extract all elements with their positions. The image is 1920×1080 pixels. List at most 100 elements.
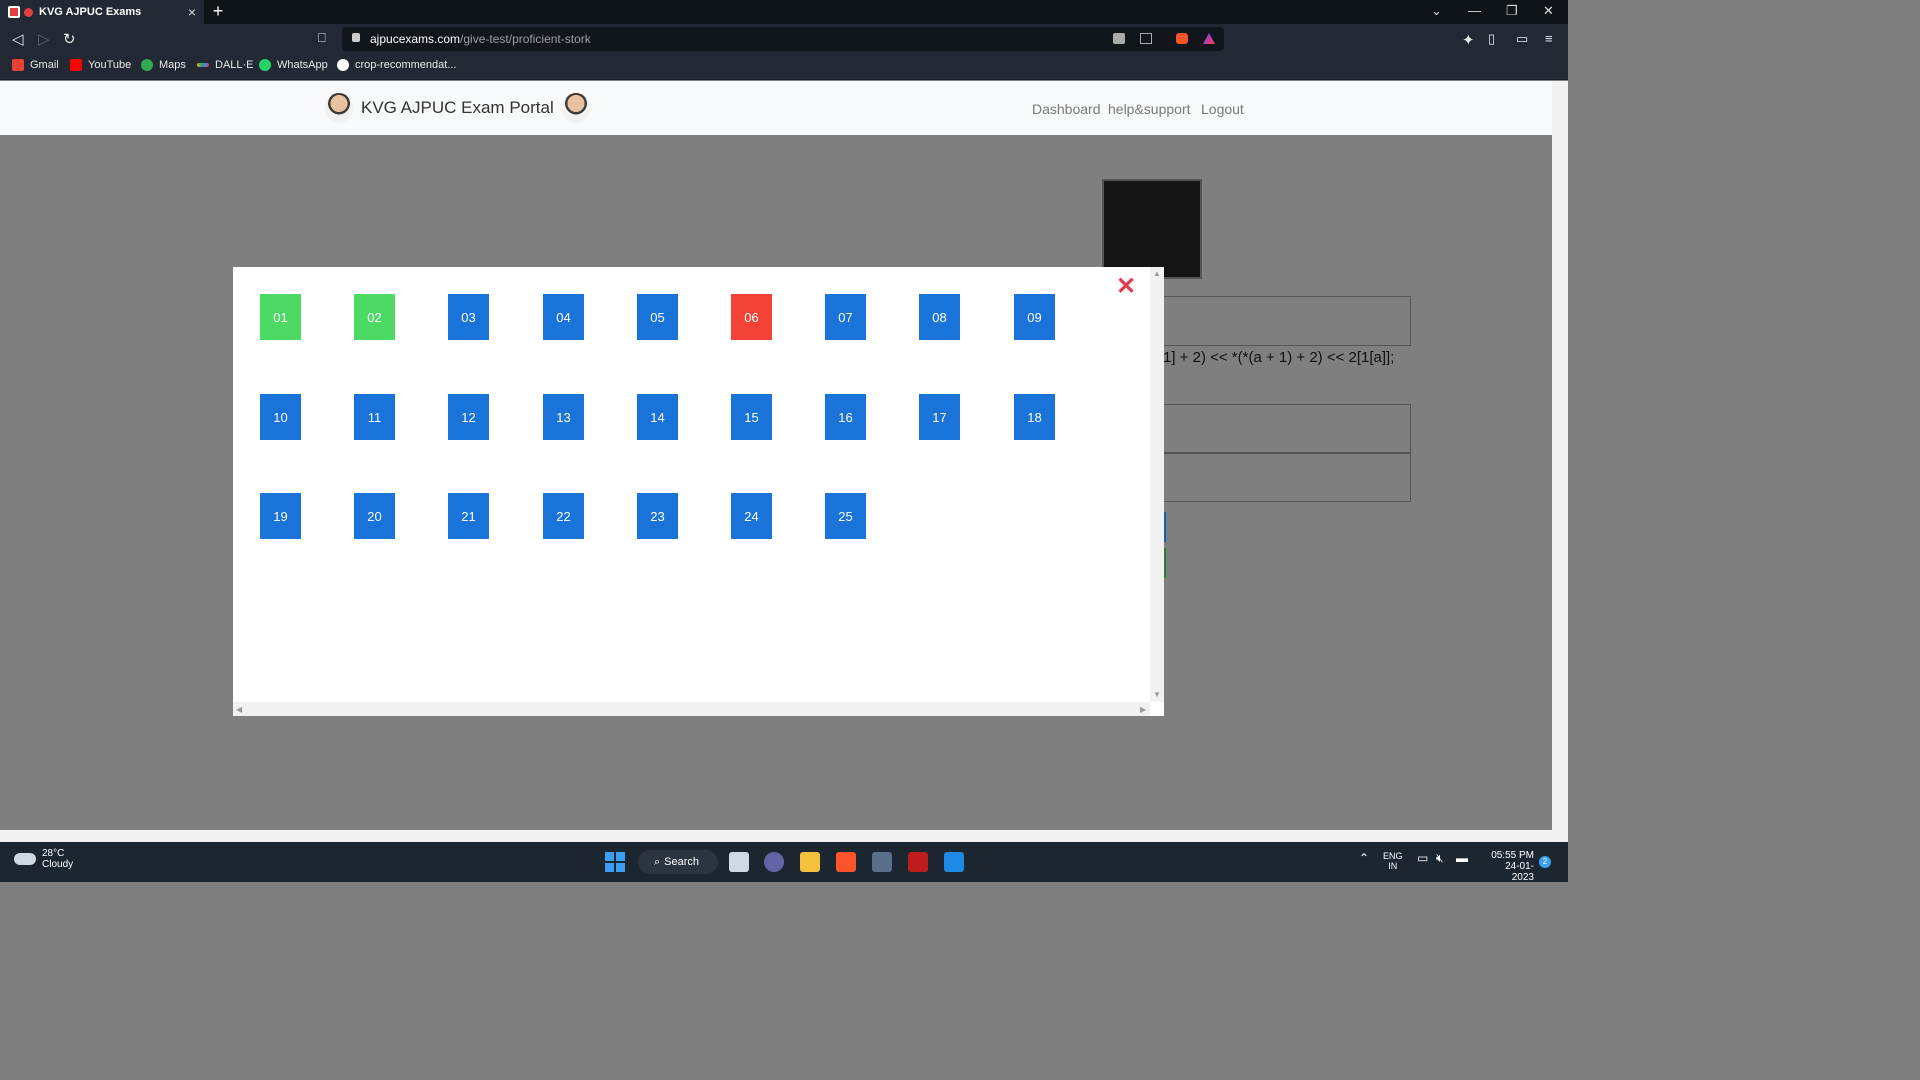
lock-icon (352, 33, 360, 42)
question-button[interactable]: 20 (354, 493, 395, 539)
question-button[interactable]: 13 (543, 394, 584, 440)
tab-active[interactable]: KVG AJPUC Exams × (0, 0, 204, 24)
background-code-text: 1] + 2) << *(*(a + 1) + 2) << 2[1[a]]; (1163, 349, 1395, 366)
question-button[interactable]: 25 (825, 493, 866, 539)
nav-logout[interactable]: Logout (1201, 101, 1244, 117)
question-button[interactable]: 12 (448, 394, 489, 440)
weather-condition: Cloudy (42, 859, 74, 870)
question-button[interactable]: 14 (637, 394, 678, 440)
question-button[interactable]: 09 (1014, 294, 1055, 340)
vscode-icon[interactable] (944, 852, 964, 872)
whatsapp-icon (259, 59, 271, 71)
tray-overflow-icon[interactable]: ⌃ (1359, 851, 1369, 865)
new-tab-button[interactable]: + (208, 1, 228, 22)
tab-close-icon[interactable]: × (188, 4, 196, 20)
nav-help-support[interactable]: help&support (1108, 101, 1191, 117)
volume-muted-icon[interactable]: 🔇︎ (1436, 851, 1444, 866)
windows-taskbar (0, 842, 1568, 882)
filezilla-icon[interactable] (908, 852, 928, 872)
brand[interactable]: KVG AJPUC Exam Portal (325, 93, 590, 123)
question-button[interactable]: 06 (731, 294, 772, 340)
question-button[interactable]: 15 (731, 394, 772, 440)
github-icon (337, 59, 349, 71)
battery-icon[interactable]: ▬ (1456, 851, 1468, 865)
scroll-down-icon[interactable]: ▼ (1153, 690, 1161, 699)
bookmark-whatsapp[interactable]: WhatsApp (259, 59, 328, 71)
question-button[interactable]: 01 (260, 294, 301, 340)
question-button[interactable]: 02 (354, 294, 395, 340)
minimize-button[interactable]: — (1468, 3, 1481, 18)
bookmark-github[interactable]: crop-recommendat... (337, 59, 456, 71)
page-horizontal-scrollbar[interactable] (0, 830, 1568, 842)
system-clock[interactable]: 05:55 PM 24-01-2023 (1484, 850, 1534, 883)
search-icon: ⌕ (654, 855, 661, 868)
gmail-icon (12, 59, 24, 71)
extensions-icon[interactable]: ✦ (1462, 31, 1475, 49)
scroll-right-icon[interactable]: ▶ (1140, 705, 1146, 714)
site-navbar (0, 81, 1552, 135)
brave-browser-icon[interactable] (836, 852, 856, 872)
file-explorer-icon[interactable] (800, 852, 820, 872)
share-icon[interactable] (1140, 33, 1152, 44)
bookmark-gmail[interactable]: Gmail (12, 59, 59, 71)
question-button[interactable]: 17 (919, 394, 960, 440)
tab-search-icon[interactable]: ⌄ (1431, 3, 1442, 19)
bookmark-maps[interactable]: Maps (141, 59, 186, 71)
close-window-button[interactable]: ✕ (1543, 3, 1554, 19)
scroll-up-icon[interactable]: ▲ (1153, 269, 1161, 278)
bookmark-dalle[interactable]: DALL·E (197, 59, 254, 71)
brand-title: KVG AJPUC Exam Portal (361, 98, 554, 117)
page-vertical-scrollbar[interactable] (1552, 81, 1568, 830)
sidebar-icon[interactable]: ▯ (1488, 31, 1495, 47)
url-bar[interactable]: ajpucexams.com/give-test/proficient-stor… (342, 27, 1224, 51)
back-icon[interactable]: ◁ (12, 30, 24, 48)
task-view-icon[interactable] (729, 852, 749, 872)
wallet-icon[interactable]: ▭ (1516, 31, 1528, 47)
question-button[interactable]: 08 (919, 294, 960, 340)
question-button[interactable]: 23 (637, 493, 678, 539)
scroll-left-icon[interactable]: ◀ (236, 705, 242, 714)
language-indicator[interactable]: ENG IN (1383, 851, 1403, 871)
close-modal-icon[interactable]: ✕ (1116, 272, 1136, 301)
restore-button[interactable]: ❐ (1506, 3, 1518, 19)
weather-widget[interactable]: 28°C Cloudy (14, 848, 73, 870)
question-button[interactable]: 04 (543, 294, 584, 340)
question-button[interactable]: 21 (448, 493, 489, 539)
menu-icon[interactable]: ≡ (1545, 31, 1553, 46)
question-button[interactable]: 16 (825, 394, 866, 440)
recording-dot-icon (24, 7, 33, 17)
question-button[interactable]: 11 (354, 394, 395, 440)
question-button[interactable]: 05 (637, 294, 678, 340)
notification-badge[interactable]: 2 (1539, 856, 1551, 868)
start-button[interactable] (605, 852, 625, 872)
question-button[interactable]: 19 (260, 493, 301, 539)
taskbar-search[interactable]: ⌕ Search (638, 850, 718, 874)
question-button[interactable]: 07 (825, 294, 866, 340)
forward-icon[interactable]: ▷ (38, 30, 50, 48)
weather-temperature: 28°C (42, 848, 65, 859)
question-button[interactable]: 10 (260, 394, 301, 440)
question-button[interactable]: 24 (731, 493, 772, 539)
modal-horizontal-scrollbar[interactable] (233, 702, 1150, 716)
question-button[interactable]: 22 (543, 493, 584, 539)
background-question-box (1163, 296, 1411, 346)
question-button[interactable]: 03 (448, 294, 489, 340)
bookmark-icon[interactable]: ⎕ (318, 30, 326, 46)
brave-shield-icon[interactable] (1176, 33, 1188, 44)
maps-icon (141, 59, 153, 71)
display-icon[interactable]: ▭ (1417, 851, 1428, 865)
site-favicon-icon (8, 6, 20, 18)
nav-dashboard[interactable]: Dashboard (1032, 101, 1101, 117)
avatar-left (325, 93, 353, 123)
webcam-preview (1102, 179, 1202, 279)
modal-vertical-scrollbar[interactable] (1150, 267, 1164, 702)
browser-tabbar: KVG AJPUC Exams × + ⌄ — ❐ ✕ (0, 0, 1568, 24)
teams-icon[interactable] (764, 852, 784, 872)
network-app-icon[interactable] (872, 852, 892, 872)
reload-icon[interactable]: ↻ (63, 30, 76, 48)
url-domain: ajpucexams.com (370, 32, 461, 46)
question-button[interactable]: 18 (1014, 394, 1055, 440)
bookmark-youtube[interactable]: YouTube (70, 59, 131, 71)
camera-icon[interactable] (1113, 33, 1125, 44)
dalle-icon (197, 63, 209, 67)
